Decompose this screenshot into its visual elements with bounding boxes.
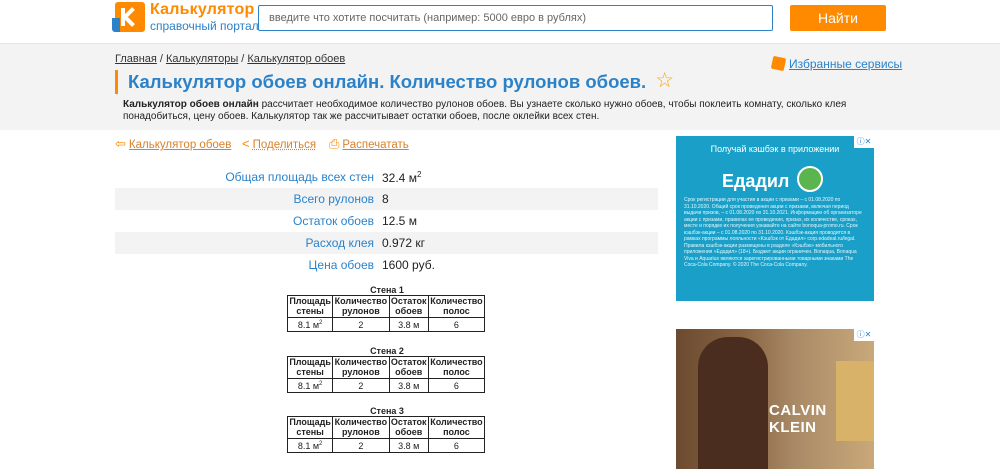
logo-icon[interactable] — [112, 2, 145, 32]
table-row: 8.1 м2 2 3.8 м6 — [286, 378, 486, 393]
share-icon: < — [242, 136, 250, 151]
breadcrumb: Главная / Калькуляторы / Калькулятор обоев — [115, 53, 346, 65]
favorite-star-icon[interactable]: ☆ — [655, 70, 674, 92]
ad-promo-text: Получай кэшбэк в приложении — [710, 144, 840, 154]
ad-brand-logo-icon — [797, 166, 823, 192]
results-list: Общая площадь всех стен 32.4 м2 Всего рул… — [115, 166, 658, 276]
wall-table: Площадь стены Количество рулонов Остаток о… — [286, 356, 486, 393]
wall-table: Площадь стены Количество рулонов Остаток о… — [286, 295, 486, 332]
print-button[interactable]: ⎙ Распечатать — [329, 136, 409, 152]
result-value: 12.5 м — [382, 214, 417, 228]
result-label: Всего рулонов — [293, 192, 374, 206]
share-button[interactable]: < Поделиться — [242, 136, 316, 151]
col-strips: Количество полос — [427, 295, 486, 318]
page-title-wrap: Калькулятор обоев онлайн. Количество рул… — [115, 70, 674, 94]
ad-brand-name: CALVIN KLEIN — [769, 402, 827, 436]
logo-subtitle[interactable]: справочный портал — [150, 19, 259, 33]
printer-icon: ⎙ — [329, 136, 340, 151]
cell-rest: 3.8 м — [388, 317, 429, 332]
cell-area: 8.1 м2 — [286, 317, 334, 332]
cell-area: 8.1 м2 — [286, 438, 334, 453]
wall-table-2: Стена 2 Площадь стены Количество рулонов О… — [286, 346, 487, 393]
site-header: Калькулятор справочный портал Найти — [0, 0, 1000, 44]
result-value: 32.4 м2 — [382, 169, 422, 185]
print-label: Распечатать — [342, 139, 409, 151]
search-button[interactable]: Найти — [790, 5, 886, 31]
result-row: Цена обоев 1600 руб. — [115, 254, 658, 276]
back-label: Калькулятор обоев — [128, 139, 232, 151]
result-value: 1600 руб. — [382, 258, 435, 272]
wall-table-1: Стена 1 Площадь стены Количество рулонов О… — [286, 285, 487, 332]
table-row: 8.1 м2 2 3.8 м6 — [286, 438, 486, 453]
breadcrumb-home[interactable]: Главная — [115, 53, 157, 65]
cell-strips: 6 — [427, 378, 486, 393]
logo-title[interactable]: Калькулятор — [150, 1, 254, 19]
cell-rolls: 2 — [332, 317, 390, 332]
col-strips: Количество полос — [427, 356, 486, 379]
col-area: Площадь стены — [286, 356, 334, 379]
col-rolls: Количество рулонов — [332, 416, 390, 439]
wall-title: Стена 3 — [370, 406, 404, 416]
col-rolls: Количество рулонов — [332, 356, 390, 379]
ad-model-image — [698, 337, 768, 469]
page-title: Калькулятор обоев онлайн. Количество рул… — [128, 71, 647, 92]
result-label: Цена обоев — [308, 258, 374, 272]
result-value: 0.972 кг — [382, 236, 425, 250]
breadcrumb-wallpaper[interactable]: Калькулятор обоев — [247, 53, 345, 65]
col-area: Площадь стены — [286, 416, 334, 439]
col-rest: Остаток обоев — [388, 416, 429, 439]
wall-table: Площадь стены Количество рулонов Остаток о… — [286, 416, 486, 453]
cell-rolls: 2 — [332, 378, 390, 393]
col-rest: Остаток обоев — [388, 356, 429, 379]
search-input[interactable] — [258, 5, 773, 31]
ad-brand-name: Едадил — [722, 171, 790, 191]
result-label: Общая площадь всех стен — [225, 170, 374, 184]
wall-table-3: Стена 3 Площадь стены Количество рулонов О… — [286, 406, 487, 453]
cell-area: 8.1 м2 — [286, 378, 334, 393]
share-label: Поделиться — [252, 139, 317, 151]
cell-rest: 3.8 м — [388, 378, 429, 393]
col-strips: Количество полос — [427, 416, 486, 439]
arrow-left-icon: ⇦ — [115, 136, 126, 151]
result-row: Расход клея 0.972 кг — [115, 232, 658, 254]
result-label: Расход клея — [305, 236, 374, 250]
col-area: Площадь стены — [286, 295, 334, 318]
ad-close-icon[interactable]: ⓘ✕ — [854, 329, 874, 341]
table-row: 8.1 м2 2 3.8 м6 — [286, 317, 486, 332]
back-to-calculator-link[interactable]: ⇦ Калькулятор обоев — [115, 136, 231, 152]
ad-banner-calvin-klein[interactable]: ⓘ✕ CALVIN KLEIN — [676, 329, 874, 469]
cell-rest: 3.8 м — [388, 438, 429, 453]
cell-strips: 6 — [427, 438, 486, 453]
breadcrumb-calculators[interactable]: Калькуляторы — [166, 53, 238, 65]
result-row: Общая площадь всех стен 32.4 м2 — [115, 166, 658, 188]
ad-fine-print: Срок регистрации для участия в акции с п… — [684, 197, 862, 268]
result-row: Остаток обоев 12.5 м — [115, 210, 658, 232]
ad-banner-edadeal[interactable]: ⓘ✕ Получай кэшбэк в приложении Едадил Ср… — [676, 136, 874, 301]
page-description: Калькулятор обоев онлайн рассчитает необ… — [123, 99, 903, 123]
wall-title: Стена 2 — [370, 346, 404, 356]
favorites-link-label: Избранные сервисы — [789, 57, 903, 71]
description-bold: Калькулятор обоев онлайн — [123, 99, 259, 110]
favorites-link[interactable]: Избранные сервисы — [770, 55, 903, 72]
cell-strips: 6 — [427, 317, 486, 332]
wall-title: Стена 1 — [370, 285, 404, 295]
col-rest: Остаток обоев — [388, 295, 429, 318]
puzzle-icon — [770, 55, 787, 72]
result-label: Остаток обоев — [293, 214, 374, 228]
result-value: 8 — [382, 192, 389, 206]
col-rolls: Количество рулонов — [332, 295, 390, 318]
cell-rolls: 2 — [332, 438, 390, 453]
result-row: Всего рулонов 8 — [115, 188, 658, 210]
